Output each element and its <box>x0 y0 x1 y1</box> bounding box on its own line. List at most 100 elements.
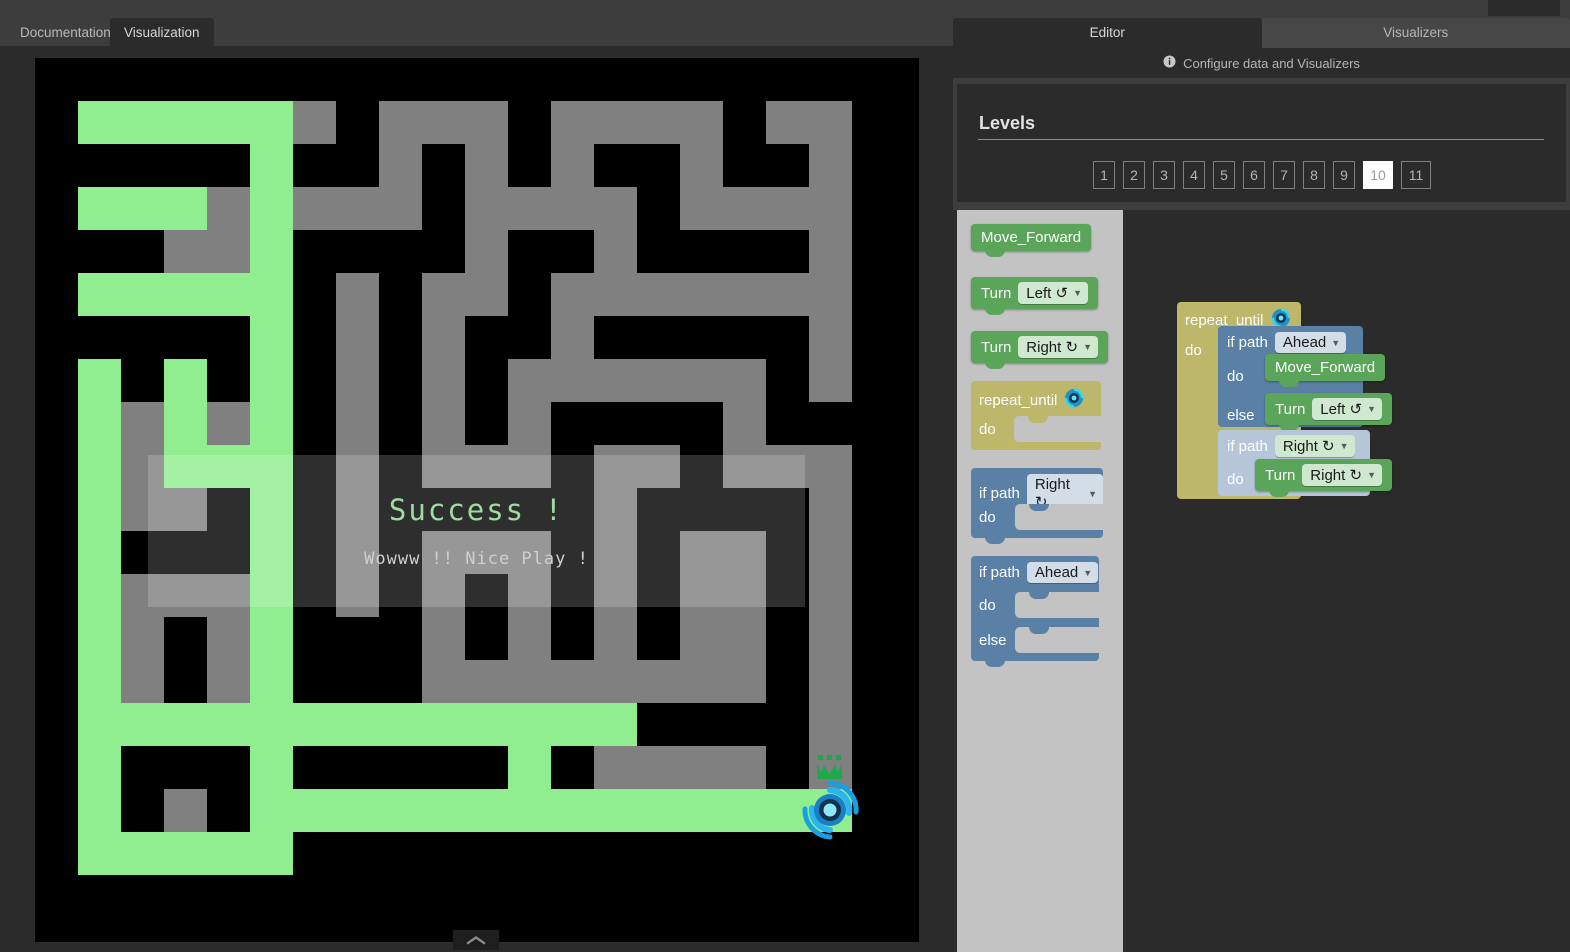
maze-path-cell <box>207 273 250 316</box>
level-button-group: 1 2 3 4 5 6 7 8 9 10 11 <box>1093 161 1431 189</box>
maze-path-cell <box>78 789 121 832</box>
palette-block-turn-right[interactable]: Turn Right ↻ ▼ <box>971 331 1108 369</box>
maze-wall-cell <box>766 187 809 230</box>
chevron-down-icon: ▼ <box>1083 567 1093 578</box>
maze-wall-cell <box>680 273 723 316</box>
tab-visualizers[interactable]: Visualizers <box>1261 18 1570 48</box>
maze-wall-cell <box>508 359 551 402</box>
if-ahead-do-slot[interactable] <box>1015 592 1099 618</box>
maze-path-cell <box>508 746 551 789</box>
visualization-pane: Documentation Visualization Success ! Wo… <box>0 0 953 952</box>
chevron-down-icon: ▼ <box>1367 404 1376 414</box>
maze-wall-cell <box>379 187 422 230</box>
workspace-turn-left-block[interactable]: Turn Left ↺ ▼ <box>1265 393 1392 431</box>
block-notch <box>985 537 1005 544</box>
maze-path-cell <box>250 187 293 230</box>
app-root: Documentation Visualization Success ! Wo… <box>0 0 1570 952</box>
block-workspace[interactable]: repeat_until do if path Ahead ▼ do else Move_Fo… <box>1123 210 1570 952</box>
workspace-turn-right-block-label: Turn <box>1265 466 1296 484</box>
maze-wall-cell <box>723 359 766 402</box>
level-button-2[interactable]: 2 <box>1123 161 1145 189</box>
palette-block-if-path-right[interactable]: if path Right ↻ ▼ do <box>971 468 1103 544</box>
right-tab-bar: Editor Visualizers <box>953 18 1570 48</box>
maze-path-cell <box>680 789 723 832</box>
maze-wall-cell <box>465 101 508 144</box>
workspace-turn-left-block-dropdown-value: Left ↺ <box>1320 401 1363 418</box>
level-button-7[interactable]: 7 <box>1273 161 1295 189</box>
maze-wall-cell <box>465 660 508 703</box>
level-button-10[interactable]: 10 <box>1363 161 1393 189</box>
level-button-5[interactable]: 5 <box>1213 161 1235 189</box>
maze-wall-cell <box>379 144 422 187</box>
maze-wall-cell <box>121 617 164 660</box>
maze-wall-cell <box>809 359 852 402</box>
palette-block-turn-left-dropdown[interactable]: Left ↺ ▼ <box>1018 282 1088 304</box>
workspace-turn-right-block-dropdown[interactable]: Right ↻ ▼ <box>1302 464 1382 486</box>
palette-if-ahead-dropdown[interactable]: Ahead ▼ <box>1026 562 1099 583</box>
workspace-turn-right-block-dropdown-value: Right ↻ <box>1310 467 1363 484</box>
level-button-11[interactable]: 11 <box>1401 161 1431 189</box>
palette-block-turn-left-dropdown-value: Left ↺ <box>1026 285 1069 302</box>
maze-wall-cell <box>809 746 852 789</box>
maze-wall-cell <box>594 101 637 144</box>
maze-path-cell <box>293 703 336 746</box>
maze-wall-cell <box>422 617 465 660</box>
maze-path-cell <box>78 187 121 230</box>
level-button-8[interactable]: 8 <box>1303 161 1325 189</box>
level-button-4[interactable]: 4 <box>1183 161 1205 189</box>
maze-path-cell <box>164 101 207 144</box>
workspace-move-forward-block[interactable]: Move_Forward <box>1265 354 1386 387</box>
maze-path-cell <box>164 359 207 402</box>
palette-block-turn-right-label: Turn <box>981 338 1012 356</box>
workspace-turn-right-block[interactable]: Turn Right ↻ ▼ <box>1255 459 1392 497</box>
configure-data-bar[interactable]: Configure data and Visualizers <box>953 48 1570 78</box>
palette-block-move-forward[interactable]: Move_Forward <box>971 224 1092 257</box>
workspace-if-ahead-dropdown[interactable]: Ahead ▼ <box>1274 332 1347 353</box>
block-palette[interactable]: Move_Forward Turn Left ↺ ▼ Turn Right ↻ ▼ repea… <box>957 210 1123 952</box>
maze-path-cell <box>121 101 164 144</box>
maze-path-cell <box>121 832 164 875</box>
maze-wall-cell <box>680 617 723 660</box>
palette-block-if-path-ahead-else[interactable]: if path Ahead ▼ do else <box>971 556 1099 667</box>
workspace-turn-left-block-dropdown[interactable]: Left ↺ ▼ <box>1312 398 1382 420</box>
levels-divider <box>978 139 1544 140</box>
if-ahead-else-slot[interactable] <box>1015 627 1099 653</box>
maze-path-cell <box>809 789 852 832</box>
maze-wall-cell <box>551 273 594 316</box>
maze-path-cell <box>508 703 551 746</box>
level-button-3[interactable]: 3 <box>1153 161 1175 189</box>
maze-wall-cell <box>336 359 379 402</box>
maze-wall-cell <box>809 316 852 359</box>
level-button-6[interactable]: 6 <box>1243 161 1265 189</box>
chevron-down-icon: ▼ <box>1339 441 1349 451</box>
chevron-down-icon: ▼ <box>1083 342 1092 352</box>
maze-wall-cell <box>594 273 637 316</box>
palette-block-turn-left[interactable]: Turn Left ↺ ▼ <box>971 277 1098 315</box>
workspace-if-right-do-label: do <box>1227 471 1244 488</box>
info-icon <box>1163 55 1176 71</box>
palette-block-turn-right-dropdown[interactable]: Right ↻ ▼ <box>1018 336 1098 358</box>
if-right-do-slot[interactable] <box>1015 504 1103 530</box>
collapse-panel-handle[interactable] <box>453 930 499 950</box>
maze-path-cell <box>78 703 121 746</box>
tab-visualization[interactable]: Visualization <box>110 18 214 48</box>
maze-path-cell <box>78 359 121 402</box>
tab-editor[interactable]: Editor <box>953 18 1262 48</box>
maze-wall-cell <box>809 144 852 187</box>
level-button-9[interactable]: 9 <box>1333 161 1355 189</box>
repeat-do-slot[interactable] <box>1014 416 1101 442</box>
maze-wall-cell <box>809 187 852 230</box>
level-button-1[interactable]: 1 <box>1093 161 1115 189</box>
workspace-if-right-dropdown[interactable]: Right ↻ ▼ <box>1274 435 1355 457</box>
maze-path-cell <box>250 359 293 402</box>
palette-block-repeat-until[interactable]: repeat_until do <box>971 381 1101 450</box>
chevron-down-icon: ▼ <box>1073 288 1082 298</box>
chevron-down-icon: ▼ <box>1088 488 1097 499</box>
maze-path-cell <box>637 789 680 832</box>
tab-documentation[interactable]: Documentation <box>6 18 125 48</box>
maze-wall-cell <box>336 273 379 316</box>
block-notch <box>985 660 1005 667</box>
maze-path-cell <box>207 703 250 746</box>
maze-wall-cell <box>723 402 766 445</box>
maze-path-cell <box>78 574 121 617</box>
